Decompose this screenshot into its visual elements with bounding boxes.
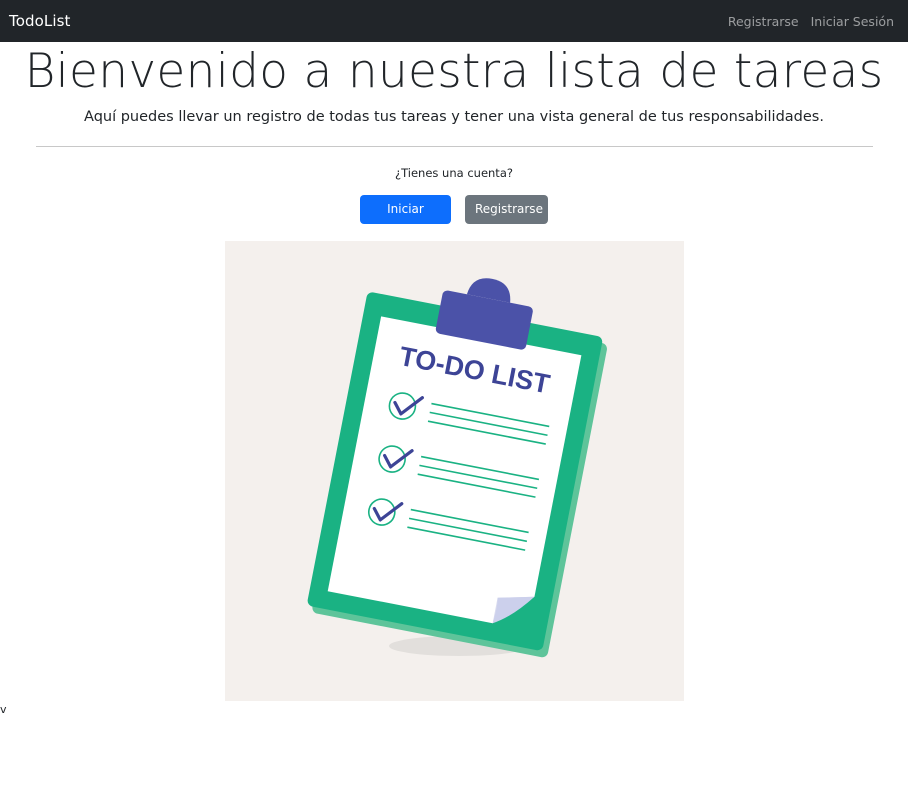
navbar: TodoList Registrarse Iniciar Sesión (0, 0, 908, 42)
account-question: ¿Tienes una cuenta? (395, 166, 513, 180)
navbar-links: Registrarse Iniciar Sesión (728, 14, 894, 29)
account-buttons: Iniciar sesión Registrarse (0, 195, 908, 245)
login-button[interactable]: Iniciar sesión (360, 195, 451, 245)
nav-link-login[interactable]: Iniciar Sesión (811, 14, 894, 29)
stray-text: v (0, 703, 7, 716)
clipboard-checklist-icon: TO-DO LIST (307, 278, 607, 658)
navbar-brand[interactable]: TodoList (9, 12, 71, 30)
todo-illustration: TO-DO LIST (225, 241, 684, 701)
page-lead: Aquí puedes llevar un registro de todas … (84, 109, 824, 125)
divider (36, 146, 873, 147)
nav-link-register[interactable]: Registrarse (728, 14, 799, 29)
register-button[interactable]: Registrarse (465, 195, 548, 224)
page-title: Bienvenido a nuestra lista de tareas (24, 44, 884, 99)
